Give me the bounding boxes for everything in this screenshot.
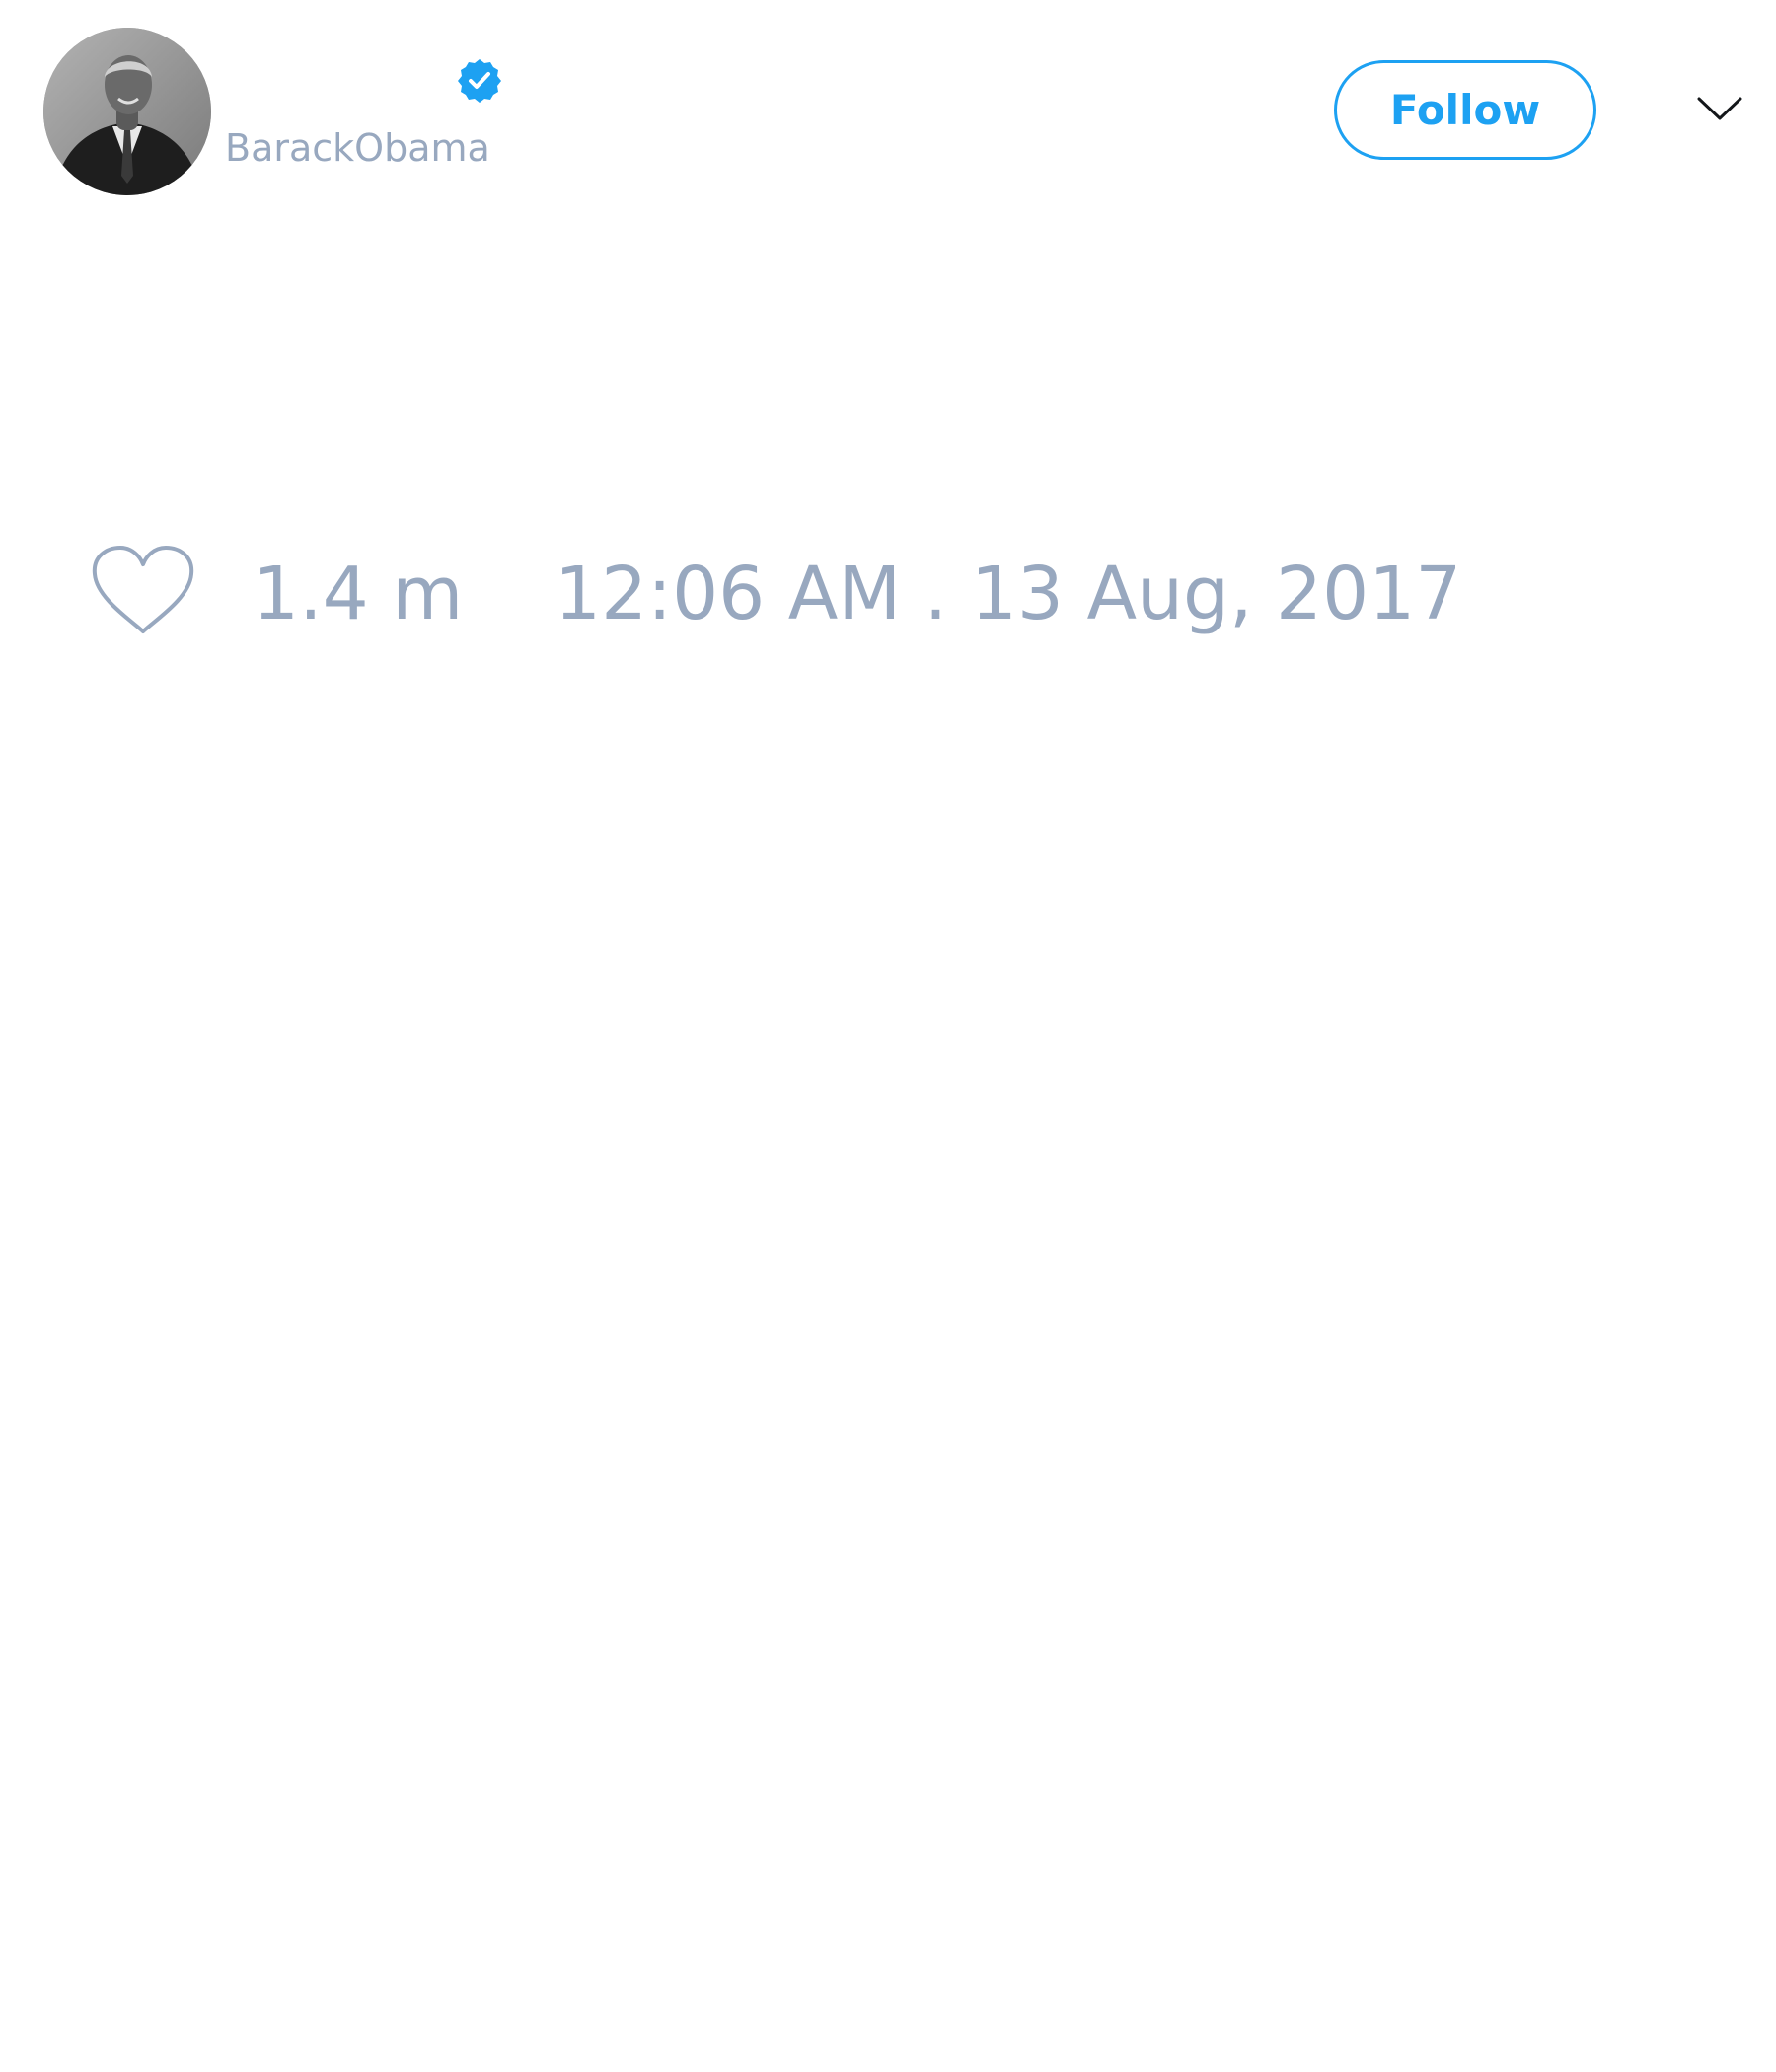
like-count: 1.4 m [253,552,464,636]
avatar[interactable] [43,28,211,195]
heart-icon[interactable] [91,545,195,637]
tweet-card: BarackObama Follow 1.4 m 12:06 AM . 13 A… [0,0,1776,2072]
chevron-down-icon[interactable] [1697,95,1742,124]
author-handle[interactable]: BarackObama [225,124,490,172]
avatar-image [43,28,211,195]
verified-badge-icon [458,59,501,103]
follow-button[interactable]: Follow [1334,60,1596,160]
tweet-timestamp[interactable]: 12:06 AM . 13 Aug, 2017 [555,551,1461,637]
